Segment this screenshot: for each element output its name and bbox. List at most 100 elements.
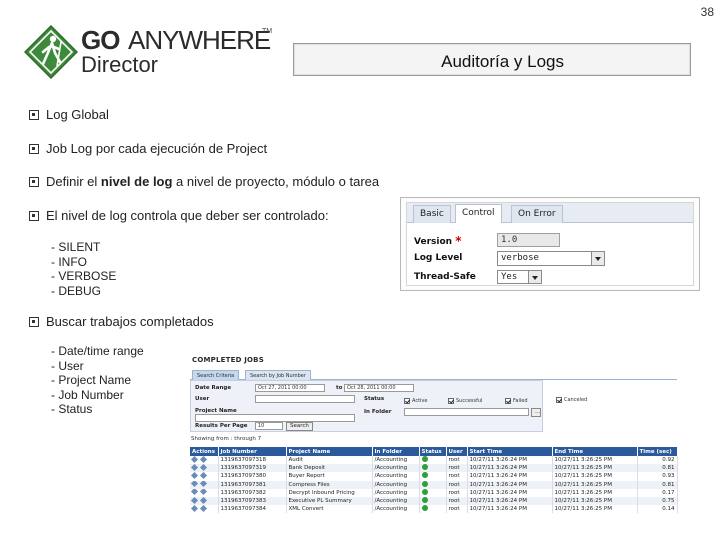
checkbox-bullet-icon [29,143,39,154]
table-row[interactable]: 1319637097381 Compress Files/Accounting ro… [190,480,678,489]
date-to-input[interactable]: Oct 28, 2011 00:00 [344,384,414,392]
completed-jobs-screen: COMPLETED JOBS Search Criteria Search by… [190,352,678,520]
goanywhere-logo: GO ANYWHERE TM Director [24,24,274,80]
column-header[interactable]: Status [419,447,447,456]
tab-on-error[interactable]: On Error [511,205,563,223]
table-row[interactable]: 1319637097380 Buyer Report/Accounting root… [190,472,678,481]
completed-jobs-table: Actions Job Number Project Name In Folde… [190,447,678,514]
chevron-down-icon[interactable] [528,271,541,283]
column-header[interactable]: Job Number [218,447,287,456]
table-cell [419,505,447,514]
thread-safe-label: Thread-Safe [414,272,476,282]
view-icon[interactable] [190,496,199,504]
folder-cell: /Accounting [372,505,420,514]
tab-search-criteria[interactable]: Search Criteria [192,370,240,380]
table-row[interactable]: 1319637097319 Bank Deposit/Accounting root… [190,464,678,473]
project-name-input[interactable] [195,414,355,422]
status-successful-checkbox[interactable]: Successful [448,398,482,404]
version-label: Version * [414,234,462,248]
list-item: - User [51,358,84,373]
table-cell [419,488,447,497]
column-header[interactable]: In Folder [372,447,420,456]
thread-safe-select[interactable]: Yes [497,270,542,284]
project-name-cell: Decrypt Inbound Pricing [286,488,373,497]
table-cell [190,505,219,514]
hiker-diamond-icon [24,25,78,79]
view-icon[interactable] [190,488,199,496]
view-icon[interactable] [190,464,199,471]
checkbox-bullet-icon [29,316,39,327]
table-cell [419,480,447,489]
job-number-link[interactable]: 1319637097382 [218,488,287,497]
column-header[interactable]: Time (sec) [637,447,678,456]
user-input[interactable] [255,395,355,403]
tab-search-by-job-number[interactable]: Search by Job Number [245,370,311,380]
rerun-icon[interactable] [199,480,208,488]
column-header[interactable]: Start Time [467,447,553,456]
job-number-link[interactable]: 1319637097383 [218,496,287,506]
log-level-select[interactable]: verbose [497,251,605,266]
column-header[interactable]: User [446,447,468,456]
end-time-cell: 10/27/11 3:26:25 PM [552,480,638,489]
start-time-cell: 10/27/11 3:26:24 PM [467,496,553,506]
status-canceled-checkbox[interactable]: Canceled [556,397,587,403]
completed-jobs-title: COMPLETED JOBS [192,356,264,364]
table-row[interactable]: 1319637097382 Decrypt Inbound Pricing/Acc… [190,488,678,497]
folder-cell: /Accounting [372,472,420,481]
page-title: Auditoría y Logs [441,52,564,71]
chevron-down-icon[interactable] [591,252,604,265]
table-row[interactable]: 1319637097383 Executive PL Summary/Accoun… [190,496,678,506]
duration-cell: 0.92 [637,456,678,465]
job-number-link[interactable]: 1319637097380 [218,472,287,481]
date-from-input[interactable]: Oct 27, 2011 00:00 [255,384,325,392]
view-icon[interactable] [190,505,199,512]
rerun-icon[interactable] [199,488,208,496]
search-criteria-form: Date Range Oct 27, 2011 00:00 to Oct 28,… [190,380,543,432]
success-status-icon [421,505,428,512]
list-item: - SILENT [51,240,101,254]
table-row[interactable]: 1319637097318 Audit/Accounting root 10/27/1… [190,456,678,465]
job-number-link[interactable]: 1319637097384 [218,505,287,514]
rerun-icon[interactable] [199,472,208,480]
table-cell [419,464,447,473]
checkbox-bullet-icon [29,109,39,120]
rerun-icon[interactable] [199,505,208,512]
job-number-link[interactable]: 1319637097319 [218,464,287,473]
table-header: Actions Job Number Project Name In Folde… [190,447,678,456]
folder-browse-button[interactable]: … [531,408,541,417]
results-per-page-select[interactable]: 10 [255,422,283,430]
folder-cell: /Accounting [372,496,420,506]
tab-basic[interactable]: Basic [413,205,451,223]
view-icon[interactable] [190,472,199,480]
user-label: User [195,396,210,402]
rerun-icon[interactable] [199,464,208,471]
duration-cell: 0.17 [637,488,678,497]
project-name-cell: Executive PL Summary [286,496,373,506]
project-name-cell: Buyer Report [286,472,373,481]
user-cell: root [446,505,468,514]
status-active-checkbox[interactable]: Active [404,398,427,404]
list-item: - Date/time range [51,344,144,358]
column-header[interactable]: Actions [190,447,219,456]
view-icon[interactable] [190,456,199,463]
table-row[interactable]: 1319637097384 XML Convert/Accounting root 1… [190,505,678,514]
end-time-cell: 10/27/11 3:26:25 PM [552,496,638,506]
column-header[interactable]: Project Name [286,447,373,456]
job-number-link[interactable]: 1319637097381 [218,480,287,489]
end-time-cell: 10/27/11 3:26:25 PM [552,505,638,514]
tab-control[interactable]: Control [455,204,502,223]
search-field-list: - Date/time range - User - Project Name … [51,344,144,417]
view-icon[interactable] [190,480,199,488]
status-failed-checkbox[interactable]: Failed [505,398,528,404]
column-header[interactable]: End Time [552,447,638,456]
end-time-cell: 10/27/11 3:26:25 PM [552,488,638,497]
bullet-job-log: Job Log por cada ejecución de Project [29,141,267,156]
start-time-cell: 10/27/11 3:26:24 PM [467,488,553,497]
rerun-icon[interactable] [199,496,208,504]
search-button[interactable]: Search [286,422,313,431]
job-number-link[interactable]: 1319637097318 [218,456,287,465]
rerun-icon[interactable] [199,456,208,463]
duration-cell: 0.14 [637,505,678,514]
version-field[interactable]: 1.0 [497,233,560,247]
in-folder-input[interactable] [404,408,529,416]
